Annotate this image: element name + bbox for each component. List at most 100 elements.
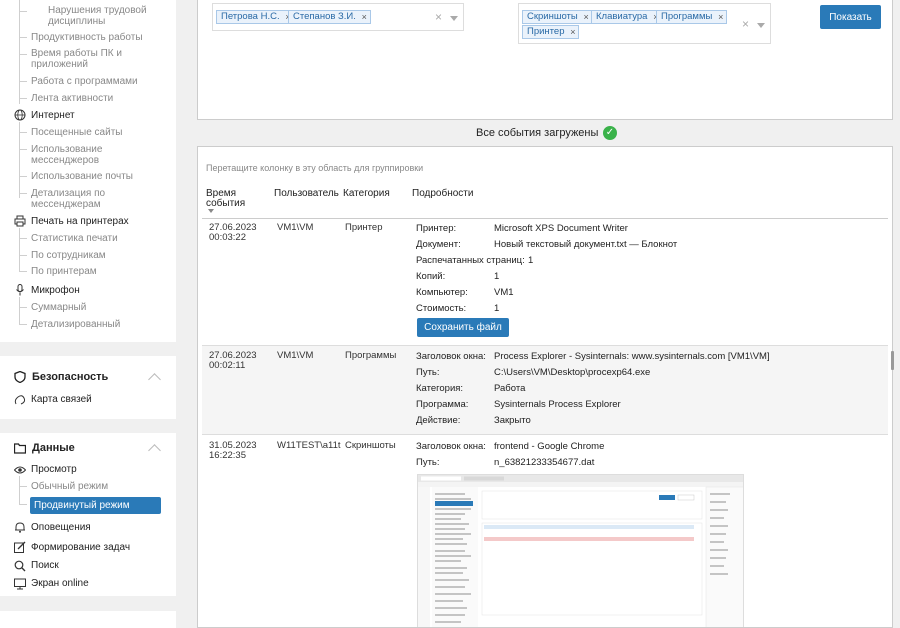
- shield-icon: [14, 371, 26, 383]
- column-header-time[interactable]: Время события: [206, 189, 256, 209]
- column-header-category[interactable]: Категория: [343, 189, 390, 199]
- category-tag[interactable]: Принтер ×: [522, 25, 580, 39]
- sidebar-item-programs[interactable]: Работа с программами: [31, 76, 138, 87]
- detail-value: Process Explorer - Sysinternals: www.sys…: [494, 351, 770, 362]
- tree-branch: [19, 307, 27, 308]
- sidebar-item-by-employees[interactable]: По сотрудникам: [31, 250, 106, 261]
- sidebar-item-productivity[interactable]: Продуктивность работы: [31, 32, 143, 43]
- chevron-down-icon[interactable]: [757, 23, 765, 28]
- tree-branch: [19, 11, 27, 12]
- tag-label: Скриншоты: [527, 11, 578, 22]
- sidebar-item-view[interactable]: Просмотр: [31, 464, 77, 475]
- tree-line: [19, 228, 20, 272]
- sidebar-item-microphone[interactable]: Микрофон: [31, 285, 80, 296]
- remove-tag-icon[interactable]: ×: [583, 11, 588, 23]
- group-panel[interactable]: Перетащите колонку в эту область для гру…: [206, 163, 423, 173]
- tag-label: Петрова Н.С.: [221, 11, 280, 22]
- chevron-up-icon[interactable]: [148, 373, 161, 386]
- sidebar-item-messengers[interactable]: Использование мессенджеров: [31, 144, 141, 166]
- sidebar: Нарушения трудовой дисциплины Продуктивн…: [0, 0, 176, 628]
- screenshot-image: [418, 475, 743, 627]
- sidebar-data-card: Данные Просмотр Обычный режим Оповещения…: [0, 433, 176, 596]
- remove-tag-icon[interactable]: ×: [570, 26, 575, 38]
- detail-key: Копий:: [416, 271, 446, 282]
- event-time: 00:03:22: [209, 232, 246, 243]
- detail-value: C:\Users\VM\Desktop\procexp64.exe: [494, 367, 651, 378]
- data-title[interactable]: Данные: [32, 442, 75, 454]
- row-divider: [202, 434, 888, 435]
- detail-value: Закрыто: [494, 415, 531, 426]
- table-row[interactable]: 31.05.2023 16:22:35 W11TEST\a11t Скриншо…: [202, 434, 888, 627]
- sidebar-item-internet[interactable]: Интернет: [31, 110, 75, 121]
- tree-branch: [19, 255, 27, 256]
- security-title[interactable]: Безопасность: [32, 371, 108, 383]
- employee-tag[interactable]: Петрова Н.С. ×: [216, 10, 295, 24]
- folder-icon: [14, 443, 26, 454]
- scrollbar[interactable]: [891, 351, 894, 370]
- detail-key: Программа:: [416, 399, 469, 410]
- sidebar-item-print-stats[interactable]: Статистика печати: [31, 233, 118, 244]
- tag-label: Степанов З.И.: [293, 11, 356, 22]
- table-row[interactable]: 27.06.2023 00:02:11 VM1\VM Программы Заг…: [202, 345, 888, 434]
- sidebar-item-detailed[interactable]: Детализированный: [31, 319, 120, 330]
- chevron-down-icon[interactable]: [450, 16, 458, 21]
- globe-icon: [14, 109, 26, 121]
- sidebar-item-normal-mode[interactable]: Обычный режим: [31, 481, 108, 492]
- employee-tag[interactable]: Степанов З.И. ×: [288, 10, 371, 24]
- link-map-icon: [14, 395, 26, 405]
- screenshot-thumbnail[interactable]: [417, 474, 744, 627]
- tree-branch: [19, 81, 27, 82]
- tree-branch: [19, 54, 27, 55]
- clear-icon[interactable]: ×: [742, 17, 749, 31]
- save-file-button[interactable]: Сохранить файл: [417, 318, 509, 337]
- clear-icon[interactable]: ×: [435, 10, 442, 24]
- event-user: VM1\VM: [277, 350, 314, 361]
- chevron-up-icon[interactable]: [148, 444, 161, 457]
- sidebar-item-screen-online[interactable]: Экран online: [31, 578, 89, 589]
- detail-key: Распечатанных страниц:: [416, 255, 525, 266]
- sidebar-item-violations[interactable]: Нарушения трудовой дисциплины: [48, 5, 158, 27]
- detail-value: Microsoft XPS Document Writer: [494, 223, 628, 234]
- category-tag[interactable]: Программы ×: [656, 10, 728, 24]
- tree-branch: [19, 149, 27, 150]
- detail-key: Документ:: [416, 239, 461, 250]
- sidebar-item-printing[interactable]: Печать на принтерах: [31, 216, 129, 227]
- show-button[interactable]: Показать: [820, 5, 881, 29]
- detail-value: Sysinternals Process Explorer: [494, 399, 621, 410]
- sidebar-item-by-printers[interactable]: По принтерам: [31, 266, 97, 277]
- sort-desc-icon[interactable]: [208, 209, 214, 213]
- remove-tag-icon[interactable]: ×: [718, 11, 723, 23]
- sidebar-item-task-forming[interactable]: Формирование задач: [31, 542, 130, 553]
- category-tag[interactable]: Скриншоты ×: [522, 10, 593, 24]
- category-tag[interactable]: Клавиатура ×: [591, 10, 663, 24]
- sidebar-item-alerts[interactable]: Оповещения: [31, 522, 91, 533]
- tag-label: Программы: [661, 11, 713, 22]
- sidebar-item-messenger-details[interactable]: Детализация по мессенджерам: [31, 188, 141, 210]
- categories-select[interactable]: Скриншоты × Клавиатура × Программы × При…: [518, 3, 771, 44]
- table-row[interactable]: 27.06.2023 00:03:22 VM1\VM Принтер Принт…: [202, 219, 888, 345]
- monitor-icon: [14, 578, 26, 590]
- sidebar-item-link-map[interactable]: Карта связей: [31, 394, 92, 405]
- sidebar-item-activity-feed[interactable]: Лента активности: [31, 93, 113, 104]
- detail-value: 1: [494, 303, 500, 314]
- check-icon: ✓: [603, 126, 617, 140]
- tree-line: [19, 122, 20, 198]
- tree-branch: [19, 238, 27, 239]
- sidebar-item-summary[interactable]: Суммарный: [31, 302, 86, 313]
- sidebar-item-pc-time[interactable]: Время работы ПК и приложений: [31, 48, 141, 70]
- sidebar-security-card: Безопасность Карта связей: [0, 356, 176, 419]
- column-header-user[interactable]: Пользователь: [274, 189, 339, 199]
- sidebar-item-search[interactable]: Поиск: [31, 560, 59, 571]
- column-header-details[interactable]: Подробности: [412, 189, 473, 199]
- remove-tag-icon[interactable]: ×: [362, 11, 367, 23]
- sidebar-item-advanced-mode[interactable]: Продвинутый режим: [30, 497, 161, 514]
- tree-branch: [19, 486, 27, 487]
- detail-key: Заголовок окна:: [416, 441, 486, 452]
- sidebar-item-sites[interactable]: Посещенные сайты: [31, 127, 122, 138]
- detail-key: Принтер:: [416, 223, 457, 234]
- detail-key: Путь:: [416, 367, 440, 378]
- sidebar-item-mail[interactable]: Использование почты: [31, 171, 133, 182]
- detail-key: Категория:: [416, 383, 464, 394]
- employees-select[interactable]: Петрова Н.С. × Степанов З.И. × ×: [212, 3, 464, 31]
- detail-key: Действие:: [416, 415, 461, 426]
